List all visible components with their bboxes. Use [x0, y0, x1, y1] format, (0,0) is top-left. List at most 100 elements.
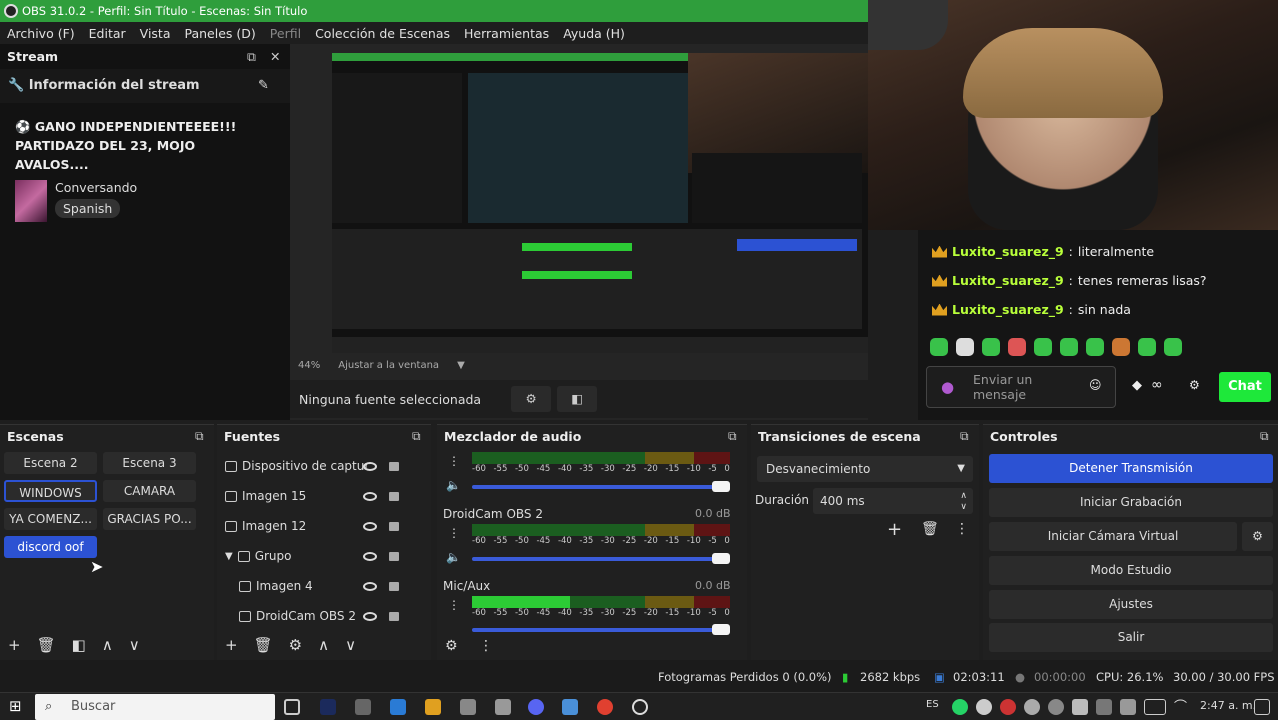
chat-input[interactable]: ● Enviar un mensaje ☺ [926, 366, 1116, 408]
scene-escena-2[interactable]: Escena 2 [4, 452, 97, 474]
scene-ya-comenz[interactable]: YA COMENZ... [4, 508, 97, 530]
menu-editar[interactable]: Editar [82, 26, 133, 41]
lock-icon[interactable] [389, 612, 399, 621]
virtual-camera-gear-icon[interactable]: ⚙ [1242, 522, 1273, 551]
tray-icon[interactable] [1096, 699, 1112, 715]
visibility-eye-icon[interactable] [363, 462, 377, 471]
undock-icon[interactable]: ⧉ [960, 429, 969, 444]
undock-icon[interactable]: ⧉ [195, 429, 204, 444]
discord-icon[interactable] [528, 699, 544, 715]
volume-knob[interactable] [712, 624, 730, 635]
channel-menu-icon[interactable]: ⋮ [448, 526, 460, 540]
stop-streaming-button[interactable]: Detener Transmisión [989, 454, 1273, 483]
keyboard-icon[interactable] [1144, 699, 1166, 715]
tray-icon[interactable] [1024, 699, 1040, 715]
chrome-icon[interactable] [597, 699, 613, 715]
visibility-eye-icon[interactable] [363, 552, 377, 561]
undock-icon[interactable]: ⧉ [1260, 429, 1269, 444]
menu-perfil[interactable]: Perfil [263, 26, 308, 41]
volume-slider[interactable] [472, 481, 730, 492]
scene-windows[interactable]: WINDOWS [4, 480, 97, 502]
photoshop-icon[interactable] [320, 699, 336, 715]
lock-icon[interactable] [389, 522, 399, 531]
menu-archivo[interactable]: Archivo (F) [0, 26, 82, 41]
mixer-menu-icon[interactable]: ⋮ [479, 638, 493, 654]
chat-send-button[interactable]: Chat [1219, 372, 1271, 402]
trash-icon[interactable]: 🗑 [254, 636, 273, 654]
add-transition-icon[interactable]: + [887, 519, 902, 540]
emote-icon[interactable] [1086, 338, 1104, 356]
tray-icon[interactable] [1072, 699, 1088, 715]
volume-knob[interactable] [712, 553, 730, 564]
menu-coleccion[interactable]: Colección de Escenas [308, 26, 457, 41]
source-item[interactable]: Imagen 4 [239, 574, 435, 598]
lock-icon[interactable] [389, 462, 399, 471]
edit-pencil-icon[interactable]: ✎ [258, 69, 269, 103]
trash-icon[interactable]: 🗑 [921, 521, 939, 537]
emote-icon[interactable] [956, 338, 974, 356]
filter-icon[interactable]: ◧ [72, 636, 86, 654]
move-down-icon[interactable]: ∨ [345, 636, 356, 654]
chat-username[interactable]: Luxito_suarez_9 [952, 302, 1064, 317]
channel-menu-icon[interactable]: ⋮ [448, 598, 460, 612]
emote-icon[interactable] [1008, 338, 1026, 356]
add-source-icon[interactable]: + [225, 636, 238, 654]
studio-mode-button[interactable]: Modo Estudio [989, 556, 1273, 585]
menu-vista[interactable]: Vista [133, 26, 178, 41]
lock-icon[interactable] [389, 552, 399, 561]
chevron-down-icon[interactable]: ▼ [457, 360, 465, 376]
source-item[interactable]: DroidCam OBS 2 [239, 604, 435, 628]
chat-settings-gear-icon[interactable]: ⚙ [1189, 378, 1200, 392]
speaker-icon[interactable]: 🔈 [446, 550, 461, 564]
app-icon[interactable] [495, 699, 511, 715]
trash-icon[interactable]: 🗑 [37, 636, 56, 654]
calculator-icon[interactable] [355, 699, 371, 715]
app-icon[interactable] [460, 699, 476, 715]
program-preview[interactable] [332, 53, 868, 353]
scene-camara[interactable]: CAMARA [103, 480, 196, 502]
duration-spinbox[interactable]: 400 ms ∧ ∨ [813, 488, 973, 514]
visibility-eye-icon[interactable] [363, 612, 377, 621]
volume-knob[interactable] [712, 481, 730, 492]
language-indicator[interactable]: ES [926, 699, 939, 710]
channel-menu-icon[interactable]: ⋮ [448, 454, 460, 468]
source-properties-gear-icon[interactable]: ⚙ [511, 386, 552, 412]
float-icon[interactable]: ⧉ [247, 44, 256, 69]
chat-username[interactable]: Luxito_suarez_9 [952, 273, 1064, 288]
move-up-icon[interactable]: ∧ [318, 636, 329, 654]
taskbar-search[interactable]: ⌕ Buscar [35, 694, 275, 720]
start-recording-button[interactable]: Iniciar Grabación [989, 488, 1273, 517]
emote-icon[interactable] [1138, 338, 1156, 356]
emote-icon[interactable] [982, 338, 1000, 356]
lock-icon[interactable] [389, 492, 399, 501]
move-up-icon[interactable]: ∧ [102, 636, 113, 654]
source-filters-icon[interactable]: ◧ [557, 386, 598, 412]
scene-escena-3[interactable]: Escena 3 [103, 452, 196, 474]
visibility-eye-icon[interactable] [363, 582, 377, 591]
mixer-gear-icon[interactable]: ⚙ [445, 638, 458, 654]
volume-slider[interactable] [472, 624, 730, 635]
emote-icon[interactable] [930, 338, 948, 356]
menu-herramientas[interactable]: Herramientas [457, 26, 556, 41]
undock-icon[interactable]: ⧉ [728, 429, 737, 444]
emote-icon[interactable] [1112, 338, 1130, 356]
whatsapp-icon[interactable] [952, 699, 968, 715]
exit-button[interactable]: Salir [989, 623, 1273, 652]
tray-icon[interactable] [976, 699, 992, 715]
file-explorer-icon[interactable] [425, 699, 441, 715]
menu-paneles[interactable]: Paneles (D) [178, 26, 263, 41]
edge-icon[interactable] [390, 699, 406, 715]
tray-icon[interactable] [1048, 699, 1064, 715]
visibility-eye-icon[interactable] [363, 492, 377, 501]
close-icon[interactable]: ✕ [270, 44, 280, 69]
scene-discord-oof[interactable]: discord oof [4, 536, 97, 558]
emote-icon[interactable] [1060, 338, 1078, 356]
speaker-icon[interactable]: 🔈 [446, 478, 461, 492]
gear-icon[interactable]: ⚙ [289, 636, 302, 654]
emoji-icon[interactable]: ☺ [1089, 378, 1102, 392]
spin-down-icon[interactable]: ∨ [960, 494, 967, 520]
move-down-icon[interactable]: ∨ [129, 636, 140, 654]
chat-username[interactable]: Luxito_suarez_9 [952, 244, 1064, 259]
menu-ayuda[interactable]: Ayuda (H) [556, 26, 632, 41]
lock-icon[interactable] [389, 582, 399, 591]
